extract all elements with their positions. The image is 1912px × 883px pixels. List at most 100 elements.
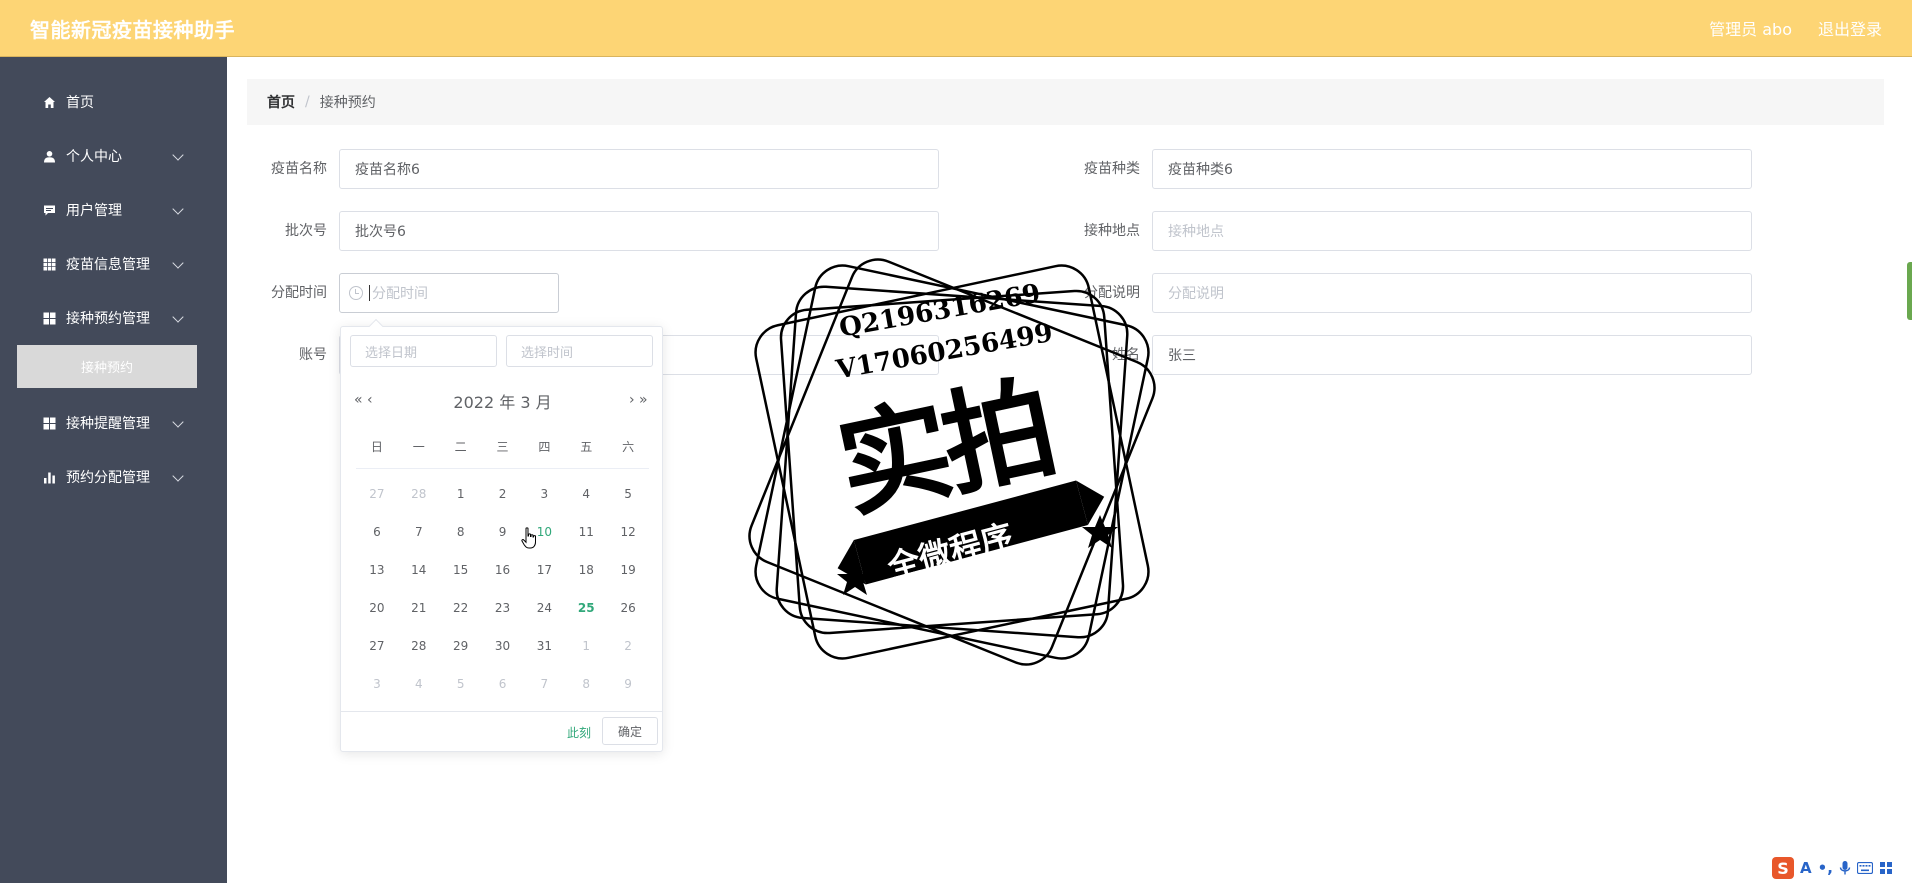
name-input[interactable]: 张三 — [1152, 335, 1752, 375]
sidebar-subitem-appointment[interactable]: 接种预约 — [17, 345, 197, 388]
calendar-day-cell[interactable]: 5 — [440, 665, 482, 703]
logout-link[interactable]: 退出登录 — [1818, 16, 1882, 40]
chevron-up-icon — [172, 311, 184, 323]
calendar-day-cell[interactable]: 29 — [440, 627, 482, 665]
weekday-header: 日一二三四五六 — [356, 437, 649, 469]
site-placeholder: 接种地点 — [1168, 224, 1224, 240]
next-year-button[interactable]: » — [639, 392, 647, 408]
breadcrumb-current: 接种预约 — [319, 95, 376, 111]
sidebar-item-label: 疫苗信息管理 — [66, 257, 150, 273]
calendar-day-cell[interactable]: 12 — [607, 513, 649, 551]
keyboard-icon[interactable] — [1856, 862, 1873, 874]
sidebar-item-reminder-management[interactable]: 接种提醒管理 — [0, 396, 227, 450]
chevron-down-icon — [172, 149, 184, 161]
calendar-day-cell[interactable]: 30 — [482, 627, 524, 665]
sidebar-item-vaccine-info[interactable]: 疫苗信息管理 — [0, 237, 227, 291]
calendar-day-cell[interactable]: 3 — [523, 475, 565, 513]
vaccine-type-value: 疫苗种类6 — [1168, 162, 1233, 178]
calendar-day-cell[interactable]: 3 — [356, 665, 398, 703]
weekday-label: 四 — [538, 440, 551, 454]
comment-icon — [42, 203, 56, 217]
ime-menu-icon[interactable] — [1879, 861, 1893, 875]
admin-user-label[interactable]: 管理员 abo — [1709, 16, 1792, 40]
home-icon — [42, 95, 56, 109]
calendar-day-cell[interactable]: 25 — [565, 589, 607, 627]
vaccine-name-input[interactable]: 疫苗名称6 — [339, 149, 939, 189]
calendar-day-cell[interactable]: 7 — [398, 513, 440, 551]
header-user-area: 管理员 abo 退出登录 — [1709, 16, 1882, 40]
calendar-day-cell[interactable]: 19 — [607, 551, 649, 589]
text-caret — [369, 285, 370, 301]
next-month-button[interactable]: › — [629, 392, 634, 408]
calendar-day-cell[interactable]: 11 — [565, 513, 607, 551]
calendar-day-cell[interactable]: 27 — [356, 627, 398, 665]
calendar-day-cell[interactable]: 2 — [482, 475, 524, 513]
picker-year-label[interactable]: 2022 年 — [453, 393, 515, 412]
chevron-down-icon — [172, 203, 184, 215]
calendar-day-cell[interactable]: 22 — [440, 589, 482, 627]
account-label: 账号 — [299, 347, 327, 363]
calendar-day-cell[interactable]: 28 — [398, 475, 440, 513]
sidebar-item-home[interactable]: 首页 — [0, 75, 227, 129]
breadcrumb-home[interactable]: 首页 — [267, 92, 295, 112]
sidebar-item-appointment-management[interactable]: 接种预约管理 — [0, 291, 227, 345]
picker-date-input[interactable]: 选择日期 — [350, 335, 497, 367]
calendar-day-cell[interactable]: 8 — [440, 513, 482, 551]
calendar-day-cell[interactable]: 24 — [523, 589, 565, 627]
vaccine-type-label: 疫苗种类 — [1084, 161, 1140, 177]
ime-punct-label[interactable]: •, — [1818, 859, 1833, 877]
calendar-day-cell[interactable]: 8 — [565, 665, 607, 703]
calendar-day-cell[interactable]: 27 — [356, 475, 398, 513]
weekday-label: 一 — [412, 440, 425, 454]
calendar-day-cell[interactable]: 28 — [398, 627, 440, 665]
assign-time-input[interactable]: 分配时间 — [339, 273, 559, 313]
calendar-day-cell[interactable]: 16 — [482, 551, 524, 589]
assign-time-placeholder: 分配时间 — [372, 286, 428, 302]
calendar-day-cell[interactable]: 31 — [523, 627, 565, 665]
calendar-day-cell[interactable]: 4 — [398, 665, 440, 703]
calendar-day-cell[interactable]: 14 — [398, 551, 440, 589]
picker-month-label[interactable]: 3 月 — [520, 393, 551, 412]
calendar-day-cell[interactable]: 17 — [523, 551, 565, 589]
weekday-label: 二 — [454, 440, 467, 454]
site-input[interactable]: 接种地点 — [1152, 211, 1752, 251]
calendar-day-cell[interactable]: 6 — [356, 513, 398, 551]
calendar-day-cell[interactable]: 7 — [523, 665, 565, 703]
calendar-day-cell[interactable]: 6 — [482, 665, 524, 703]
calendar-day-cell[interactable]: 13 — [356, 551, 398, 589]
user-icon — [42, 149, 56, 163]
sogou-ime-icon[interactable]: S — [1772, 857, 1794, 879]
calendar-day-cell[interactable]: 9 — [607, 665, 649, 703]
calendar-day-cell[interactable]: 1 — [565, 627, 607, 665]
calendar-day-cell[interactable]: 4 — [565, 475, 607, 513]
bar-chart-icon — [42, 470, 56, 484]
now-button[interactable]: 此刻 — [567, 724, 591, 741]
calendar-day-cell[interactable]: 2 — [607, 627, 649, 665]
calendar-day-cell[interactable]: 1 — [440, 475, 482, 513]
calendar-day-cell[interactable]: 5 — [607, 475, 649, 513]
calendar-day-cell[interactable]: 21 — [398, 589, 440, 627]
microphone-icon[interactable] — [1839, 860, 1851, 876]
calendar-day-cell[interactable]: 9 — [482, 513, 524, 551]
calendar-grid: 27 28 1 2 3 4 5 6 7 8 9 10 11 12 13 14 15 16 17 18 19 20 21 22 2… — [356, 475, 649, 703]
assign-note-placeholder: 分配说明 — [1168, 286, 1224, 302]
side-float-tab[interactable] — [1907, 262, 1912, 320]
assign-note-input[interactable]: 分配说明 — [1152, 273, 1752, 313]
calendar-day-cell[interactable]: 18 — [565, 551, 607, 589]
vaccine-type-input[interactable]: 疫苗种类6 — [1152, 149, 1752, 189]
calendar-day-cell[interactable]: 20 — [356, 589, 398, 627]
ime-mode-label[interactable]: A — [1800, 859, 1812, 877]
calendar-week-row: 3456789 — [356, 665, 649, 703]
sidebar-item-personal-center[interactable]: 个人中心 — [0, 129, 227, 183]
top-header: 智能新冠疫苗接种助手 管理员 abo 退出登录 — [0, 0, 1912, 57]
batch-input[interactable]: 批次号6 — [339, 211, 939, 251]
ime-toolbar: S A •, — [1764, 853, 1912, 883]
confirm-button[interactable]: 确定 — [602, 717, 658, 745]
calendar-day-cell[interactable]: 15 — [440, 551, 482, 589]
sidebar-item-user-management[interactable]: 用户管理 — [0, 183, 227, 237]
calendar-week-row: 20 21 22 23 24 25 26 — [356, 589, 649, 627]
sidebar-item-allocation-management[interactable]: 预约分配管理 — [0, 450, 227, 504]
calendar-day-cell[interactable]: 23 — [482, 589, 524, 627]
picker-time-input[interactable]: 选择时间 — [506, 335, 653, 367]
calendar-day-cell[interactable]: 26 — [607, 589, 649, 627]
